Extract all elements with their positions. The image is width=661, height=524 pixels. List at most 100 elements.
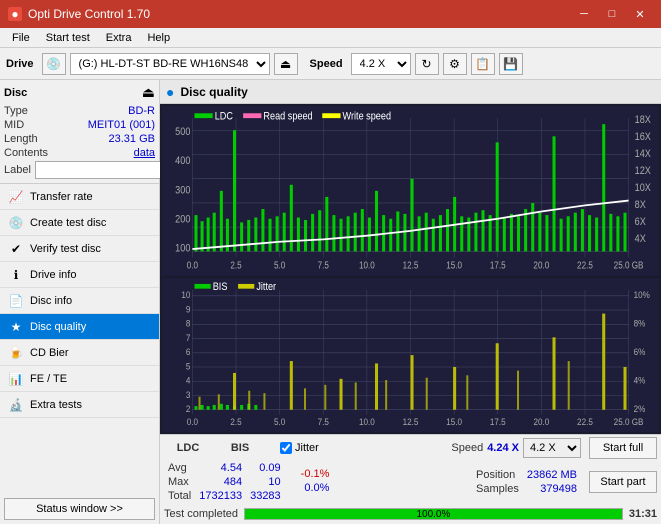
drive-icon: 💿 [42,53,66,75]
title-bar: ● Opti Drive Control 1.70 ─ □ ✕ [0,0,661,28]
sidebar-item-fe-te[interactable]: 📊 FE / TE [0,366,159,392]
minimize-button[interactable]: ─ [571,4,597,24]
disc-info-label: Disc info [30,295,72,307]
extra-tests-label: Extra tests [30,399,82,411]
svg-text:17.5: 17.5 [490,260,506,271]
svg-text:15.0: 15.0 [446,260,462,271]
status-text: Test completed [164,508,238,520]
fe-te-label: FE / TE [30,373,67,385]
svg-text:7.5: 7.5 [318,260,329,271]
svg-text:7: 7 [186,332,191,343]
svg-text:25.0 GB: 25.0 GB [614,416,644,427]
svg-text:BIS: BIS [213,281,228,293]
svg-text:10.0: 10.0 [359,416,375,427]
menu-start-test[interactable]: Start test [38,30,98,46]
menu-file[interactable]: File [4,30,38,46]
start-part-button[interactable]: Start part [589,471,657,493]
chart1-svg: 500 400 300 200 100 18X 16X 14X 12X 10X … [162,106,659,276]
sidebar-item-create-test-disc[interactable]: 💿 Create test disc [0,210,159,236]
label-input[interactable] [35,161,173,179]
progress-row: Test completed 100.0% 31:31 [164,506,657,522]
cd-bier-label: CD Bier [30,347,69,359]
create-test-disc-label: Create test disc [30,217,106,229]
close-button[interactable]: ✕ [627,4,653,24]
sidebar-item-drive-info[interactable]: ℹ Drive info [0,262,159,288]
contents-value[interactable]: data [134,147,155,159]
svg-text:14X: 14X [635,148,651,160]
sidebar-item-verify-test-disc[interactable]: ✔ Verify test disc [0,236,159,262]
svg-text:3: 3 [186,389,191,400]
svg-text:4X: 4X [635,233,646,245]
eject-button[interactable]: ⏏ [274,53,298,75]
svg-text:LDC: LDC [215,111,233,123]
mid-value: MEIT01 (001) [88,119,155,131]
stats-data-rows: Avg 4.54 0.09 Max 484 10 Total 1732133 3… [164,461,657,503]
stats-area: LDC BIS Jitter Speed 4.24 X 4.2 X Start … [160,434,661,524]
contents-label: Contents [4,147,48,159]
ldc-header: LDC [164,442,212,454]
disc-quality-header-icon: ● [166,84,174,100]
fe-te-icon: 📊 [8,372,24,386]
verify-test-disc-label: Verify test disc [30,243,101,255]
maximize-button[interactable]: □ [599,4,625,24]
samples-value: 379498 [523,482,581,496]
total-ldc: 1732133 [195,489,246,503]
speed-select[interactable]: 4.2 X [351,53,411,75]
svg-text:2%: 2% [634,403,646,414]
svg-text:22.5: 22.5 [577,416,593,427]
mid-label: MID [4,119,24,131]
save-button[interactable]: 💾 [499,53,523,75]
sidebar-item-disc-info[interactable]: 📄 Disc info [0,288,159,314]
avg-ldc: 4.54 [195,461,246,475]
jitter-checkbox-container: Jitter [280,442,319,454]
position-value: 23862 MB [523,468,581,482]
type-label: Type [4,105,28,117]
sidebar-item-transfer-rate[interactable]: 📈 Transfer rate [0,184,159,210]
drive-select[interactable]: (G:) HL-DT-ST BD-RE WH16NS48 1.D3 [70,53,270,75]
max-bis: 10 [246,475,285,489]
svg-text:5: 5 [186,361,191,372]
svg-text:15.0: 15.0 [446,416,462,427]
drive-label: Drive [6,58,34,70]
status-window-button[interactable]: Status window >> [4,498,155,520]
svg-text:200: 200 [175,214,191,226]
disc-eject-icon[interactable]: ⏏ [142,84,155,101]
cd-bier-icon: 🍺 [8,346,24,360]
svg-text:9: 9 [186,304,191,315]
create-test-disc-icon: 💿 [8,216,24,230]
sidebar-item-extra-tests[interactable]: 🔬 Extra tests [0,392,159,418]
menu-help[interactable]: Help [139,30,178,46]
speed-text-value: 4.24 X [487,442,519,454]
type-value: BD-R [128,105,155,117]
label-label: Label [4,164,31,176]
sidebar-item-disc-quality[interactable]: ★ Disc quality [0,314,159,340]
total-label: Total [164,489,195,503]
verify-test-disc-icon: ✔ [8,242,24,256]
svg-text:8%: 8% [634,318,646,329]
start-full-button[interactable]: Start full [589,437,657,459]
stats-header-row: LDC BIS Jitter Speed 4.24 X 4.2 X Start … [164,437,657,459]
svg-text:20.0: 20.0 [533,260,549,271]
settings-button[interactable]: ⚙ [443,53,467,75]
speed-label: Speed [310,58,343,70]
svg-text:8X: 8X [635,199,646,211]
main-layout: Disc ⏏ Type BD-R MID MEIT01 (001) Length… [0,80,661,524]
max-jitter: 0.0% [297,481,334,495]
copy-button[interactable]: 📋 [471,53,495,75]
avg-jitter: -0.1% [297,467,334,481]
refresh-button[interactable]: ↻ [415,53,439,75]
svg-text:6X: 6X [635,216,646,228]
drive-info-label: Drive info [30,269,76,281]
svg-text:18X: 18X [635,114,651,126]
total-bis: 33283 [246,489,285,503]
max-label: Max [164,475,195,489]
sidebar-item-cd-bier[interactable]: 🍺 CD Bier [0,340,159,366]
action-buttons: Start part [589,471,657,493]
jitter-checkbox[interactable] [280,442,292,454]
speed-select-stats[interactable]: 4.2 X [523,438,581,458]
bis-header: BIS [216,442,264,454]
stats-table: Avg 4.54 0.09 Max 484 10 Total 1732133 3… [164,461,285,503]
menu-extra[interactable]: Extra [98,30,140,46]
svg-text:16X: 16X [635,131,651,143]
svg-text:12X: 12X [635,165,651,177]
